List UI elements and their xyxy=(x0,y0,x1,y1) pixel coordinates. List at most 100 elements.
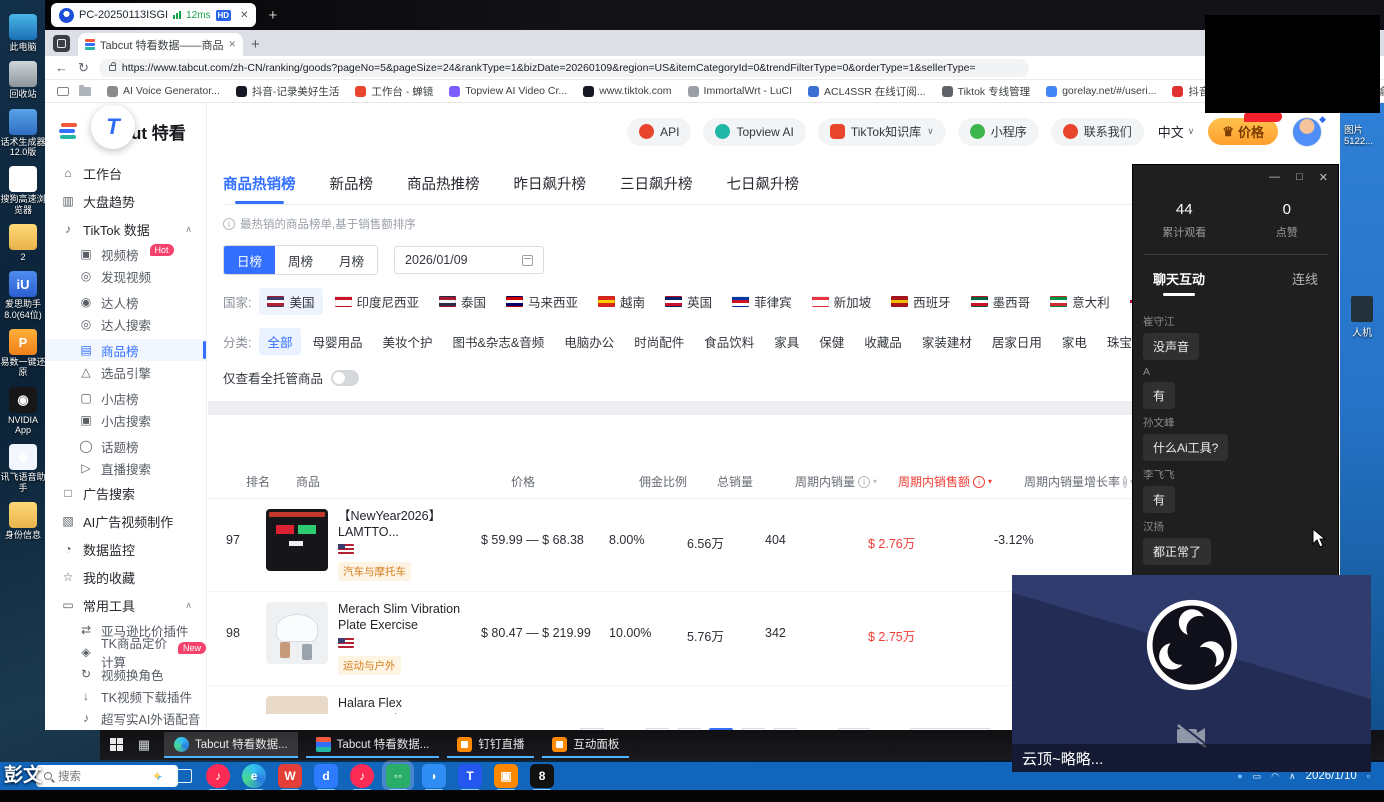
bookmark-item[interactable]: Tiktok 专线管理 xyxy=(942,84,1031,99)
refresh-icon[interactable]: ↻ xyxy=(78,60,89,76)
sidebar-item-小店榜[interactable]: ▢小店榜 xyxy=(45,387,206,409)
sidebar-item-AI广告视频制作[interactable]: ▧AI广告视频制作 xyxy=(45,507,206,535)
bookmark-item[interactable]: Topview AI Video Cr... xyxy=(449,85,567,97)
chat-tab-聊天互动[interactable]: 聊天互动 xyxy=(1153,269,1205,296)
maximize-icon[interactable]: □ xyxy=(1296,171,1303,183)
close-icon[interactable]: ✕ xyxy=(1319,171,1328,184)
date-picker[interactable]: 2026/01/09 xyxy=(394,246,544,274)
country-泰国[interactable]: 泰国 xyxy=(431,288,494,315)
country-印度尼西亚[interactable]: 印度尼西亚 xyxy=(327,288,428,315)
language-selector[interactable]: 中文∨ xyxy=(1158,122,1195,141)
minimize-icon[interactable]: — xyxy=(1269,171,1280,183)
sidebar-item-超写实AI外语配音[interactable]: ♪超写实AI外语配音 xyxy=(45,707,206,729)
sidebar-item-常用工具[interactable]: ▭常用工具∧ xyxy=(45,591,206,619)
wifi-icon[interactable]: ◠ xyxy=(1271,771,1279,782)
tab-新品榜[interactable]: 新品榜 xyxy=(330,173,374,204)
copilot-sparkle-icon[interactable]: ✦ xyxy=(152,769,162,783)
country-越南[interactable]: 越南 xyxy=(590,288,653,315)
country-菲律宾[interactable]: 菲律宾 xyxy=(724,288,800,315)
sidebar-item-数据监控[interactable]: ◔数据监控 xyxy=(45,535,206,563)
floating-widget-icon[interactable]: T xyxy=(91,105,135,149)
douyin-icon[interactable]: ♪ xyxy=(206,764,230,788)
desktop-icon-爱思助手 8.0(64位)[interactable]: iU爱思助手 8.0(64位) xyxy=(0,271,46,320)
back-icon[interactable]: ← xyxy=(55,60,68,75)
tab-商品热销榜[interactable]: 商品热销榜 xyxy=(223,173,296,204)
desktop-icon-身份信息[interactable]: 身份信息 xyxy=(0,502,46,540)
desktop-icon-易数一键还原[interactable]: P易数一键还原 xyxy=(0,329,46,378)
sidebar-item-发现视频[interactable]: ◎发现视频 xyxy=(45,265,206,287)
sidebar-item-小店搜索[interactable]: ▣小店搜索 xyxy=(45,409,206,431)
rdp-session-tab[interactable]: PC-20250113ISGI 12ms HD ✕ xyxy=(51,3,256,27)
country-意大利[interactable]: 意大利 xyxy=(1042,288,1118,315)
category-图书&杂志&音频[interactable]: 图书&杂志&音频 xyxy=(445,328,553,355)
header-nav-TikTok知识库[interactable]: TikTok知识库∨ xyxy=(818,118,946,146)
sidebar-item-直播搜索[interactable]: ▷直播搜索 xyxy=(45,457,206,479)
category-电脑办公[interactable]: 电脑办公 xyxy=(556,328,622,355)
product-cell[interactable]: 【NewYear2026】 LAMTTO...汽车与摩托车 xyxy=(258,509,473,581)
column-header-周期内销量[interactable]: 周期内销量i▾ xyxy=(787,473,890,490)
tab-商品热推榜[interactable]: 商品热推榜 xyxy=(407,173,480,204)
douyin-live-icon[interactable]: ♪ xyxy=(350,764,374,788)
bookmark-item[interactable]: 工作台 - 蝉镜 xyxy=(355,84,433,99)
category-收藏品[interactable]: 收藏品 xyxy=(856,328,910,355)
dingtalk-icon[interactable]: d xyxy=(314,764,338,788)
column-header-周期内销售额[interactable]: 周期内销售额i▾ xyxy=(890,473,1016,490)
sidebar-item-达人搜索[interactable]: ◎达人搜索 xyxy=(45,313,206,335)
bookmark-item[interactable]: ACL4SSR 在线订阅... xyxy=(808,84,926,99)
browser-profile-icon[interactable] xyxy=(53,35,70,52)
sidebar-item-TK视频下载插件[interactable]: ↓TK视频下载插件 xyxy=(45,685,206,707)
sidebar-item-商品榜[interactable]: ▤商品榜 xyxy=(45,339,206,361)
wps-icon[interactable]: W xyxy=(278,764,302,788)
tab-三日飙升榜[interactable]: 三日飙升榜 xyxy=(620,173,693,204)
notification-icon[interactable]: ▫ xyxy=(1367,771,1370,781)
sidebar-toggle-icon[interactable] xyxy=(57,87,69,96)
desktop-shortcut-icon[interactable] xyxy=(1351,296,1373,322)
topview-icon[interactable]: T xyxy=(458,764,482,788)
period-月榜[interactable]: 月榜 xyxy=(326,246,377,274)
category-居家日用[interactable]: 居家日用 xyxy=(984,328,1050,355)
chat-tab-连线[interactable]: 连线 xyxy=(1292,269,1318,296)
desktop-icon-话术生成器 12.0版[interactable]: 话术生成器 12.0版 xyxy=(0,109,46,158)
category-母婴用品[interactable]: 母婴用品 xyxy=(305,328,371,355)
close-tab-icon[interactable]: ✕ xyxy=(228,39,236,50)
header-nav-Topview AI[interactable]: Topview AI xyxy=(703,118,805,146)
taskbar-item-钉钉直播[interactable]: 钉钉直播 xyxy=(447,732,534,758)
sidebar-item-TikTok 数据[interactable]: ♪TikTok 数据∧ xyxy=(45,215,206,243)
desktop-icon-搜狗高速浏览器[interactable]: S搜狗高速浏览器 xyxy=(0,166,46,215)
sidebar-item-选品引擎[interactable]: △选品引擎 xyxy=(45,361,206,383)
tab-昨日飙升榜[interactable]: 昨日飙升榜 xyxy=(514,173,587,204)
site-logo[interactable]: T ut 特看 xyxy=(45,103,206,155)
capcut-icon[interactable]: 8 xyxy=(530,764,554,788)
country-西班牙[interactable]: 西班牙 xyxy=(883,288,959,315)
product-cell[interactable]: Halara Flex Asymmetric... xyxy=(258,696,473,714)
desktop-icon-回收站[interactable]: 回收站 xyxy=(0,61,46,99)
browser-tab[interactable]: Tabcut 特看数据——商品榜 ✕ xyxy=(78,33,243,56)
new-tab-button[interactable]: + xyxy=(251,36,260,53)
category-家电[interactable]: 家电 xyxy=(1054,328,1095,355)
desktop-icon-2[interactable]: 2 xyxy=(0,224,46,262)
sidebar-item-广告搜索[interactable]: □广告搜索 xyxy=(45,479,206,507)
sidebar-item-TK商品定价计算[interactable]: ◈TK商品定价计算New xyxy=(45,641,206,663)
tray-window-icon[interactable]: ▭ xyxy=(1253,771,1262,782)
tab-七日飙升榜[interactable]: 七日飙升榜 xyxy=(727,173,800,204)
taskbar-item-Tabcut 特看数据...[interactable]: Tabcut 特看数据... xyxy=(164,732,298,758)
category-全部[interactable]: 全部 xyxy=(259,328,300,355)
address-bar[interactable]: https://www.tabcut.com/zh-CN/ranking/goo… xyxy=(99,59,1029,77)
header-nav-API[interactable]: API xyxy=(627,118,691,146)
product-cell[interactable]: Merach Slim Vibration Plate Exercise Mac… xyxy=(258,602,473,675)
close-session-icon[interactable]: ✕ xyxy=(240,10,248,21)
country-墨西哥[interactable]: 墨西哥 xyxy=(963,288,1039,315)
category-家具[interactable]: 家具 xyxy=(766,328,807,355)
desktop-icon-此电脑[interactable]: 此电脑 xyxy=(0,14,46,52)
task-view-icon[interactable] xyxy=(176,769,192,783)
new-session-button[interactable]: + xyxy=(268,7,277,24)
user-avatar[interactable] xyxy=(1292,117,1322,147)
header-nav-小程序[interactable]: 小程序 xyxy=(958,118,1039,146)
bookmark-item[interactable]: gorelay.net/#/useri... xyxy=(1046,85,1156,97)
edge-icon[interactable]: e xyxy=(242,764,266,788)
period-日榜[interactable]: 日榜 xyxy=(224,246,275,274)
start-button[interactable] xyxy=(110,738,124,752)
bookmarks-folder-icon[interactable] xyxy=(79,87,91,96)
sidebar-item-达人榜[interactable]: ◉达人榜 xyxy=(45,291,206,313)
sidebar-item-大盘趋势[interactable]: ▥大盘趋势 xyxy=(45,187,206,215)
